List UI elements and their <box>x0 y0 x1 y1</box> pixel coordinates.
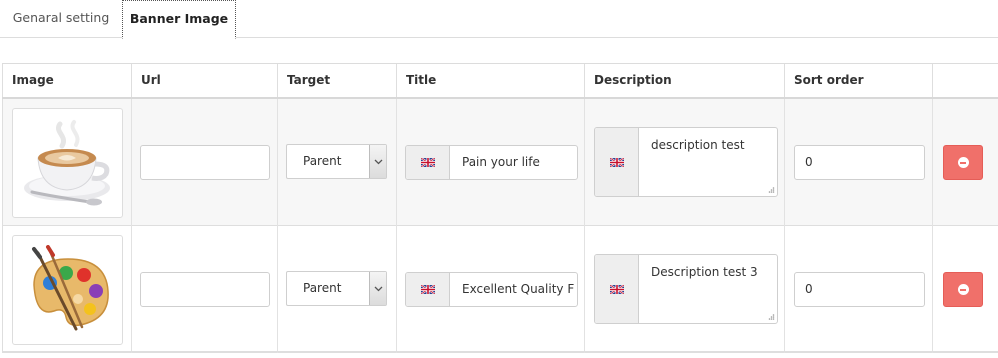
tab-general-setting[interactable]: Genaral setting <box>3 0 119 38</box>
sort-order-cell: 0 <box>784 226 932 353</box>
banner-thumbnail[interactable] <box>12 235 123 345</box>
tab-banner-image[interactable]: Banner Image <box>122 0 236 39</box>
action-cell <box>932 226 998 353</box>
target-select-value: Parent <box>303 281 342 295</box>
chevron-down-icon[interactable] <box>369 145 386 178</box>
tab-bar: Genaral setting Banner Image <box>0 0 998 39</box>
title-input-group: Excellent Quality F <box>405 272 578 307</box>
header-sort-order: Sort order <box>784 64 932 97</box>
url-cell <box>131 226 277 353</box>
target-select[interactable]: Parent <box>286 144 387 179</box>
table-header: Image Url Target Title Description Sort … <box>2 64 998 99</box>
action-cell <box>932 99 998 226</box>
title-cell: Excellent Quality F <box>396 226 584 353</box>
coffee-cup-image <box>23 120 110 206</box>
url-input[interactable] <box>140 272 270 307</box>
description-input-group: Description test 3 <box>594 254 778 324</box>
image-cell <box>2 99 131 226</box>
target-select[interactable]: Parent <box>286 271 387 306</box>
minus-circle-icon <box>957 284 969 295</box>
target-select-value: Parent <box>303 154 342 168</box>
description-input-group: description test <box>594 127 778 197</box>
description-cell: description test <box>584 99 784 226</box>
header-title: Title <box>396 64 584 97</box>
header-action <box>932 64 998 97</box>
url-cell <box>131 99 277 226</box>
minus-circle-icon <box>957 157 969 168</box>
url-input[interactable] <box>140 145 270 180</box>
table-bottom-border <box>2 351 998 352</box>
title-input[interactable]: Excellent Quality F <box>462 273 574 306</box>
chevron-down-icon[interactable] <box>369 272 386 305</box>
resize-grip-icon[interactable] <box>767 313 775 321</box>
uk-flag-icon <box>595 128 639 196</box>
sort-order-input[interactable]: 0 <box>794 272 925 307</box>
sort-order-cell: 0 <box>784 99 932 226</box>
description-textarea[interactable]: Description test 3 <box>651 265 758 279</box>
header-url: Url <box>131 64 277 97</box>
banner-thumbnail[interactable] <box>12 108 123 218</box>
resize-grip-icon[interactable] <box>767 186 775 194</box>
uk-flag-icon <box>595 255 639 323</box>
title-input-group: Pain your life <box>405 145 578 180</box>
banner-table: Image Url Target Title Description Sort … <box>2 63 998 353</box>
title-input[interactable]: Pain your life <box>462 146 540 179</box>
target-cell: Parent <box>277 226 396 353</box>
header-target: Target <box>277 64 396 97</box>
title-cell: Pain your life <box>396 99 584 226</box>
uk-flag-icon <box>406 146 450 179</box>
remove-row-button[interactable] <box>943 272 983 307</box>
sort-order-input[interactable]: 0 <box>794 145 925 180</box>
table-row: Parent Pain your life description test 0 <box>2 99 998 226</box>
uk-flag-icon <box>406 273 450 306</box>
target-cell: Parent <box>277 99 396 226</box>
paint-palette-image <box>31 245 109 331</box>
image-cell <box>2 226 131 353</box>
header-image: Image <box>2 64 131 97</box>
header-description: Description <box>584 64 784 97</box>
remove-row-button[interactable] <box>943 145 983 180</box>
description-cell: Description test 3 <box>584 226 784 353</box>
description-textarea[interactable]: description test <box>651 138 745 152</box>
table-row: Parent Excellent Quality F Description t… <box>2 226 998 353</box>
